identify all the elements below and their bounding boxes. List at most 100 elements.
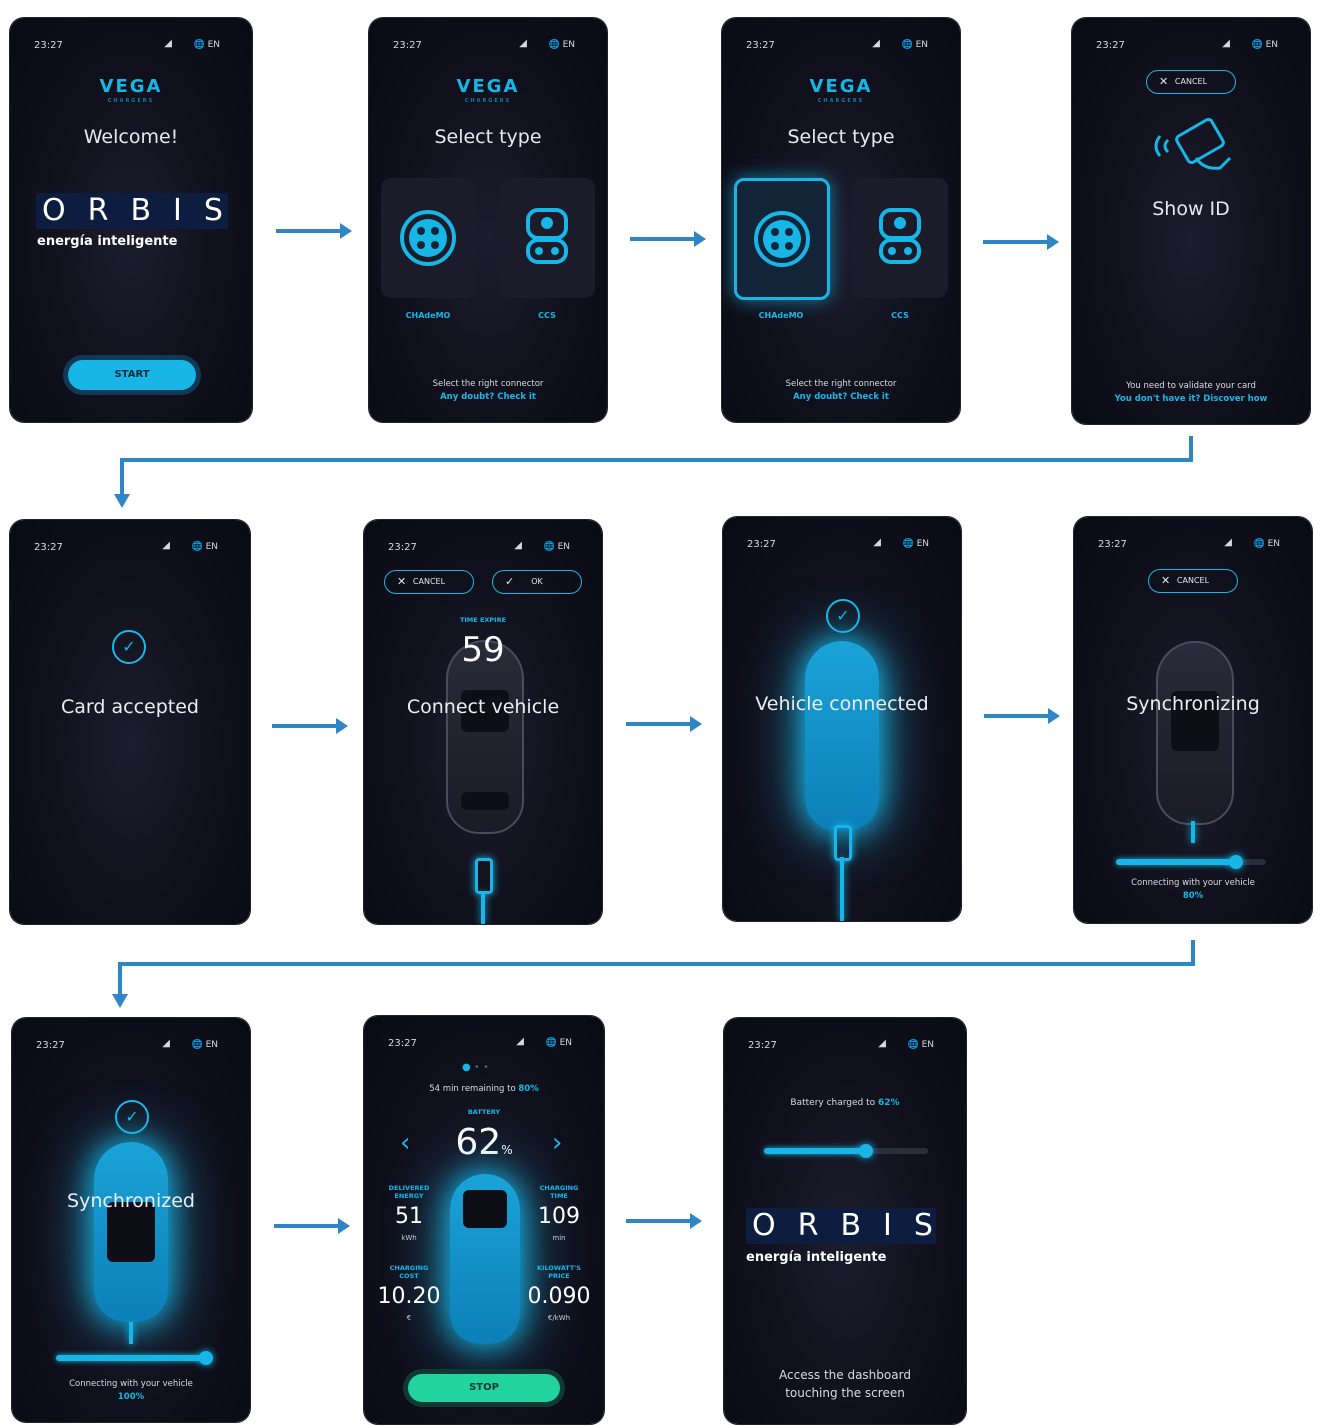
flow-arrow — [630, 231, 706, 247]
car-icon — [805, 641, 879, 831]
ccs-label: CCS — [538, 311, 556, 320]
signal-icon: ◢ — [1222, 38, 1230, 49]
charging-cable — [129, 1322, 133, 1344]
vega-logo: VEGA CHARGERS — [456, 76, 520, 104]
start-button[interactable]: START — [68, 360, 196, 390]
flow-arrow — [626, 716, 702, 732]
status-time: 23:27 — [388, 542, 417, 553]
select-type-title: Select type — [434, 126, 542, 148]
metric-unit: € — [406, 1314, 412, 1322]
metric-unit: min — [552, 1234, 566, 1242]
language-selector[interactable]: 🌐 EN — [1254, 539, 1281, 549]
screen-connect-vehicle: 23:27 ◢ 🌐 EN ✕ CANCEL ✓ OK TIME EXPIRE 59 … — [364, 520, 602, 924]
screen-vehicle-connected: 23:27 ◢ 🌐 EN ✓ Vehicle connected — [723, 517, 961, 921]
language-selector[interactable]: 🌐 EN — [903, 539, 930, 549]
car-icon — [450, 1174, 520, 1344]
signal-icon: ◢ — [519, 38, 527, 49]
language-selector[interactable]: 🌐 EN — [192, 1040, 219, 1050]
battery-progress-knob — [858, 1144, 873, 1158]
orbis-logo: ORBIS — [36, 193, 228, 229]
language-selector[interactable]: 🌐 EN — [908, 1040, 935, 1050]
status-bar: 23:27 ◢ 🌐 EN — [388, 1036, 586, 1052]
status-bar: 23:27 ◢ 🌐 EN — [34, 540, 232, 556]
check-icon: ✓ — [115, 1100, 149, 1134]
ccs-label: CCS — [891, 311, 909, 320]
status-bar: 23:27 ◢ 🌐 EN — [36, 1038, 232, 1054]
chademo-option-selected[interactable] — [734, 178, 830, 300]
language-selector[interactable]: 🌐 EN — [902, 40, 929, 50]
flow-connector — [118, 962, 122, 994]
status-bar: 23:27 ◢ 🌐 EN — [1096, 38, 1292, 54]
sync-progress-fill — [56, 1355, 206, 1361]
access-dashboard-hint: Access the dashboard touching the screen — [779, 1368, 911, 1400]
check-link[interactable]: Any doubt? Check it — [369, 391, 607, 404]
signal-icon: ◢ — [878, 1038, 886, 1049]
status-time: 23:27 — [34, 40, 63, 51]
cancel-button[interactable]: ✕ CANCEL — [384, 570, 474, 594]
status-bar: 23:27 ◢ 🌐 EN — [746, 38, 942, 54]
status-time: 23:27 — [393, 40, 422, 51]
status-bar: 23:27 ◢ 🌐 EN — [393, 38, 589, 54]
chademo-label: CHAdeMO — [405, 311, 451, 320]
flow-arrow-head — [112, 994, 128, 1008]
synchronizing-title: Synchronizing — [1126, 693, 1260, 715]
status-time: 23:27 — [747, 539, 776, 550]
battery-charged-text: Battery charged to 62% — [790, 1098, 900, 1108]
stop-button[interactable]: STOP — [408, 1374, 560, 1402]
plug-icon — [475, 858, 493, 894]
ccs-option[interactable] — [852, 178, 948, 298]
status-time: 23:27 — [746, 40, 775, 51]
metric-unit: €/kWh — [547, 1314, 571, 1322]
status-bar: 23:27 ◢ 🌐 EN — [388, 540, 584, 556]
metric-label: DELIVERED ENERGY — [388, 1184, 430, 1200]
signal-icon: ◢ — [516, 1036, 524, 1047]
language-selector[interactable]: 🌐 EN — [1252, 40, 1279, 50]
check-link[interactable]: Any doubt? Check it — [722, 391, 960, 404]
chademo-option[interactable] — [381, 178, 475, 298]
language-selector[interactable]: 🌐 EN — [192, 542, 219, 552]
flow-arrow — [984, 708, 1060, 724]
flow-arrow-head — [114, 494, 130, 508]
flow-connector — [118, 962, 1195, 966]
flow-connector — [120, 458, 124, 494]
signal-icon: ◢ — [514, 540, 522, 551]
screen-charging-dashboard: 23:27 ◢ 🌐 EN ● • • 54 min remaining to 8… — [364, 1016, 604, 1424]
select-footer: Select the right connector Any doubt? Ch… — [369, 378, 607, 404]
status-time: 23:27 — [34, 542, 63, 553]
language-selector[interactable]: 🌐 EN — [544, 542, 571, 552]
flow-arrow — [272, 718, 348, 734]
vehicle-connected-title: Vehicle connected — [755, 693, 929, 715]
check-icon: ✓ — [112, 630, 146, 664]
chademo-connector-icon — [754, 211, 810, 267]
language-selector[interactable]: 🌐 EN — [194, 40, 221, 50]
status-bar: 23:27 ◢ 🌐 EN — [748, 1038, 948, 1054]
language-selector[interactable]: 🌐 EN — [546, 1038, 573, 1048]
chademo-label: CHAdeMO — [758, 311, 804, 320]
orbis-tagline: energía inteligente — [746, 1250, 887, 1265]
check-icon: ✓ — [505, 575, 515, 588]
sync-progress-knob — [199, 1351, 213, 1365]
signal-icon: ◢ — [162, 540, 170, 551]
discover-link[interactable]: You don't have it? Discover how — [1072, 393, 1310, 406]
select-type-title: Select type — [787, 126, 895, 148]
cancel-button[interactable]: ✕ CANCEL — [1148, 569, 1238, 593]
ccs-connector-icon — [526, 208, 568, 264]
welcome-title: Welcome! — [83, 126, 179, 148]
connect-vehicle-title: Connect vehicle — [406, 696, 560, 718]
flow-arrow — [983, 234, 1059, 250]
metric-value: 51 — [395, 1204, 423, 1229]
sync-progress-fill — [1116, 859, 1236, 865]
battery-progress-fill — [764, 1148, 866, 1154]
car-icon — [94, 1142, 168, 1322]
card-accepted-title: Card accepted — [61, 696, 199, 718]
battery-progress-bar — [764, 1144, 928, 1158]
cancel-button[interactable]: ✕ CANCEL — [1146, 70, 1236, 94]
metric-value: 10.20 — [377, 1284, 441, 1309]
screen-show-id: 23:27 ◢ 🌐 EN ✕ CANCEL Show ID You need to… — [1072, 18, 1310, 424]
sync-progress-bar — [56, 1351, 213, 1365]
language-selector[interactable]: 🌐 EN — [549, 40, 576, 50]
sync-caption: Connecting with your vehicle 80% — [1131, 878, 1255, 901]
ok-button[interactable]: ✓ OK — [492, 570, 582, 594]
ccs-option[interactable] — [499, 178, 595, 298]
metric-label: CHARGING COST — [389, 1264, 429, 1280]
